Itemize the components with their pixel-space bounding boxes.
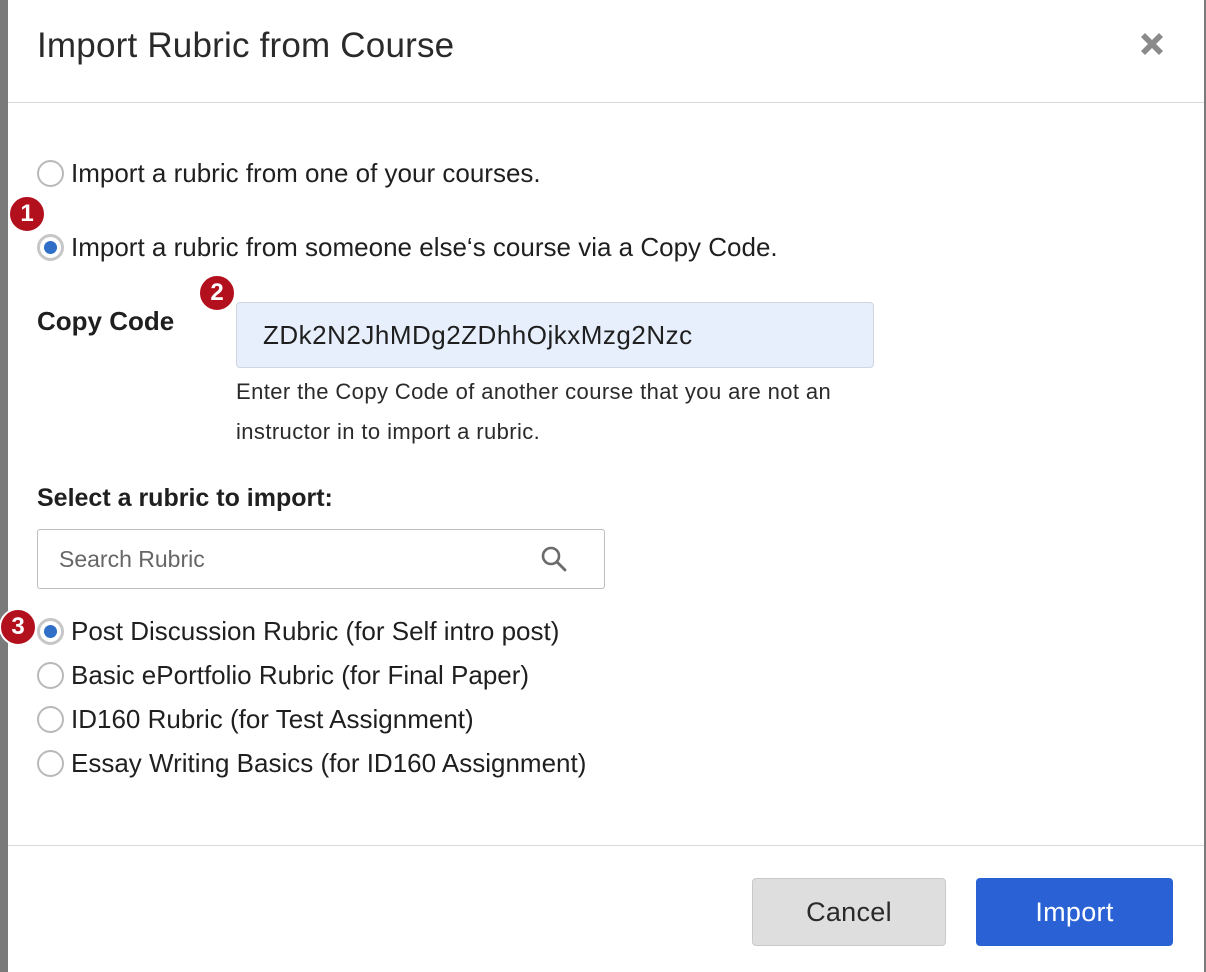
rubric-option[interactable]: Basic ePortfolio Rubric (for Final Paper… <box>37 660 529 691</box>
select-rubric-label: Select a rubric to import: <box>37 484 333 512</box>
import-rubric-dialog: Import Rubric from Course Import a rubri… <box>8 0 1204 972</box>
annotation-badge-1: 1 <box>8 195 46 233</box>
radio-button[interactable] <box>37 662 64 689</box>
radio-import-copy-code[interactable]: Import a rubric from someone else‘s cour… <box>37 232 778 263</box>
close-icon[interactable] <box>1136 28 1168 60</box>
radio-button[interactable] <box>37 750 64 777</box>
rubric-option[interactable]: ID160 Rubric (for Test Assignment) <box>37 704 474 735</box>
radio-button-selected[interactable] <box>37 234 64 261</box>
rubric-option[interactable]: Essay Writing Basics (for ID160 Assignme… <box>37 748 586 779</box>
rubric-option-label: Essay Writing Basics (for ID160 Assignme… <box>71 748 587 778</box>
radio-button[interactable] <box>37 160 64 187</box>
annotation-badge-3: 3 <box>0 608 37 646</box>
search-input[interactable] <box>38 530 518 588</box>
search-rubric-box <box>37 529 605 589</box>
copy-code-label: Copy Code <box>37 306 175 336</box>
radio-label: Import a rubric from one of your courses… <box>71 158 541 188</box>
cancel-button[interactable]: Cancel <box>752 878 946 946</box>
import-button[interactable]: Import <box>976 878 1173 946</box>
radio-label: Import a rubric from someone else‘s cour… <box>71 232 778 262</box>
radio-button[interactable] <box>37 706 64 733</box>
annotation-badge-2: 2 <box>198 274 236 312</box>
search-icon[interactable] <box>540 545 568 573</box>
dialog-footer: Cancel Import <box>8 845 1204 972</box>
rubric-option-label: Post Discussion Rubric (for Self intro p… <box>71 616 560 646</box>
dialog-title: Import Rubric from Course <box>37 26 455 65</box>
rubric-option[interactable]: Post Discussion Rubric (for Self intro p… <box>37 616 559 647</box>
copy-code-input[interactable] <box>236 302 874 368</box>
rubric-option-label: ID160 Rubric (for Test Assignment) <box>71 704 474 734</box>
radio-import-own-course[interactable]: Import a rubric from one of your courses… <box>37 158 541 189</box>
copy-code-help: Enter the Copy Code of another course th… <box>236 379 832 444</box>
dialog-header: Import Rubric from Course <box>8 0 1204 103</box>
radio-button-selected[interactable] <box>37 618 64 645</box>
rubric-option-label: Basic ePortfolio Rubric (for Final Paper… <box>71 660 530 690</box>
